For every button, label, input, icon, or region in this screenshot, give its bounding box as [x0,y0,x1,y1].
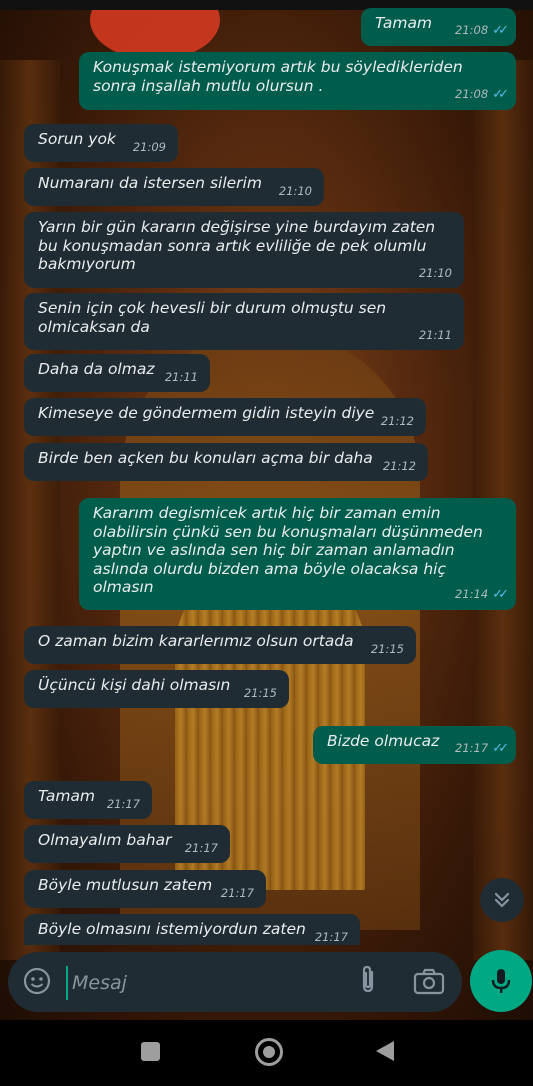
scroll-down-icon [494,892,510,908]
message-composer [8,952,462,1012]
message-input[interactable] [66,966,344,1000]
message-time: 21:09 [132,139,166,154]
message-text: Sorun yok [38,130,116,148]
message-text: Üçüncü kişi dahi olmasın [38,676,231,694]
read-ticks-icon: ✓✓ [492,22,509,38]
message-text: Birde ben açken bu konuları açma bir dah… [38,449,373,467]
paperclip-icon [362,965,374,993]
message-text: Konuşmak istemiyorum artık bu söyledikle… [93,58,463,95]
message-incoming[interactable]: Sorun yok 21:09 [24,124,178,162]
message-time: 21:10 [278,183,312,198]
mic-icon [491,969,511,993]
message-time: 21:17 [106,796,140,811]
message-text: Tamam [375,14,433,32]
message-text: O zaman bizim kararlerımız olsun ortada [38,632,354,650]
message-incoming[interactable]: O zaman bizim kararlerımız olsun ortada … [24,626,416,664]
mic-button[interactable] [470,950,532,1012]
message-outgoing[interactable]: Tamam 21:08 ✓✓ [361,8,516,46]
message-time: 21:15 [370,641,404,656]
sticker-icon [23,967,51,995]
message-text: Senin için çok hevesli bir durum olmuştu… [38,299,387,336]
message-text: Tamam [38,787,96,805]
message-incoming[interactable]: Kimeseye de göndermem gidin isteyin diye… [24,398,426,436]
message-text: Kararım degismicek artık hiç bir zaman e… [93,504,483,596]
message-time: 21:08 ✓✓ [455,22,509,38]
back-icon[interactable] [376,1041,394,1061]
message-text: Böyle mutlusun zatem [38,876,213,894]
message-incoming[interactable]: Böyle mutlusun zatem 21:17 [24,870,266,908]
message-text: Olmayalım bahar [38,831,172,849]
message-incoming[interactable]: Senin için çok hevesli bir durum olmuştu… [24,293,464,350]
message-time: 21:14 ✓✓ [455,586,509,602]
read-ticks-icon: ✓✓ [492,86,509,102]
message-incoming[interactable]: Tamam 21:17 [24,781,152,819]
message-text: Kimeseye de göndermem gidin isteyin diye [38,404,375,422]
message-text: Böyle olmasını istemiyordun zaten [38,920,306,938]
message-time: 21:11 [164,369,198,384]
message-time: 21:17 [314,929,348,944]
message-text: Numaranı da istersen silerim [38,174,262,192]
message-incoming[interactable]: Daha da olmaz 21:11 [24,354,210,392]
message-time: 21:10 [418,265,452,280]
message-time: 21:12 [380,413,414,428]
message-incoming[interactable]: Birde ben açken bu konuları açma bir dah… [24,443,428,481]
message-text: Bizde olmucaz [327,732,440,750]
message-outgoing[interactable]: Bizde olmucaz 21:17 ✓✓ [313,726,516,764]
sticker-button[interactable] [22,966,52,996]
message-outgoing[interactable]: Kararım degismicek artık hiç bir zaman e… [79,498,516,610]
system-nav-bar [0,1020,533,1086]
message-text: Daha da olmaz [38,360,155,378]
camera-button[interactable] [412,966,446,996]
message-time: 21:12 [382,458,416,473]
camera-icon [413,968,445,995]
message-incoming[interactable]: Olmayalım bahar 21:17 [24,825,230,863]
message-time: 21:15 [243,685,277,700]
message-outgoing[interactable]: Konuşmak istemiyorum artık bu söyledikle… [79,52,516,110]
message-incoming[interactable]: Yarın bir gün kararın değişirse yine bur… [24,212,464,288]
message-time: 21:11 [418,327,452,342]
message-time: 21:17 [184,840,218,855]
message-incoming[interactable]: Numaranı da istersen silerim 21:10 [24,168,324,206]
read-ticks-icon: ✓✓ [492,586,509,602]
message-time: 21:17 ✓✓ [455,740,509,756]
home-icon[interactable] [255,1038,283,1066]
message-incoming[interactable]: Üçüncü kişi dahi olmasın 21:15 [24,670,289,708]
scroll-down-button[interactable] [480,878,524,922]
message-list[interactable]: Tamam 21:08 ✓✓ Konuşmak istemiyorum artık… [0,0,533,945]
attach-button[interactable] [354,964,382,998]
recents-icon[interactable] [141,1042,160,1061]
message-incoming[interactable]: Böyle olmasını istemiyordun zaten 21:17 [24,914,360,945]
message-time: 21:08 ✓✓ [455,86,509,102]
read-ticks-icon: ✓✓ [492,740,509,756]
message-text: Yarın bir gün kararın değişirse yine bur… [38,218,436,273]
message-time: 21:17 [220,885,254,900]
